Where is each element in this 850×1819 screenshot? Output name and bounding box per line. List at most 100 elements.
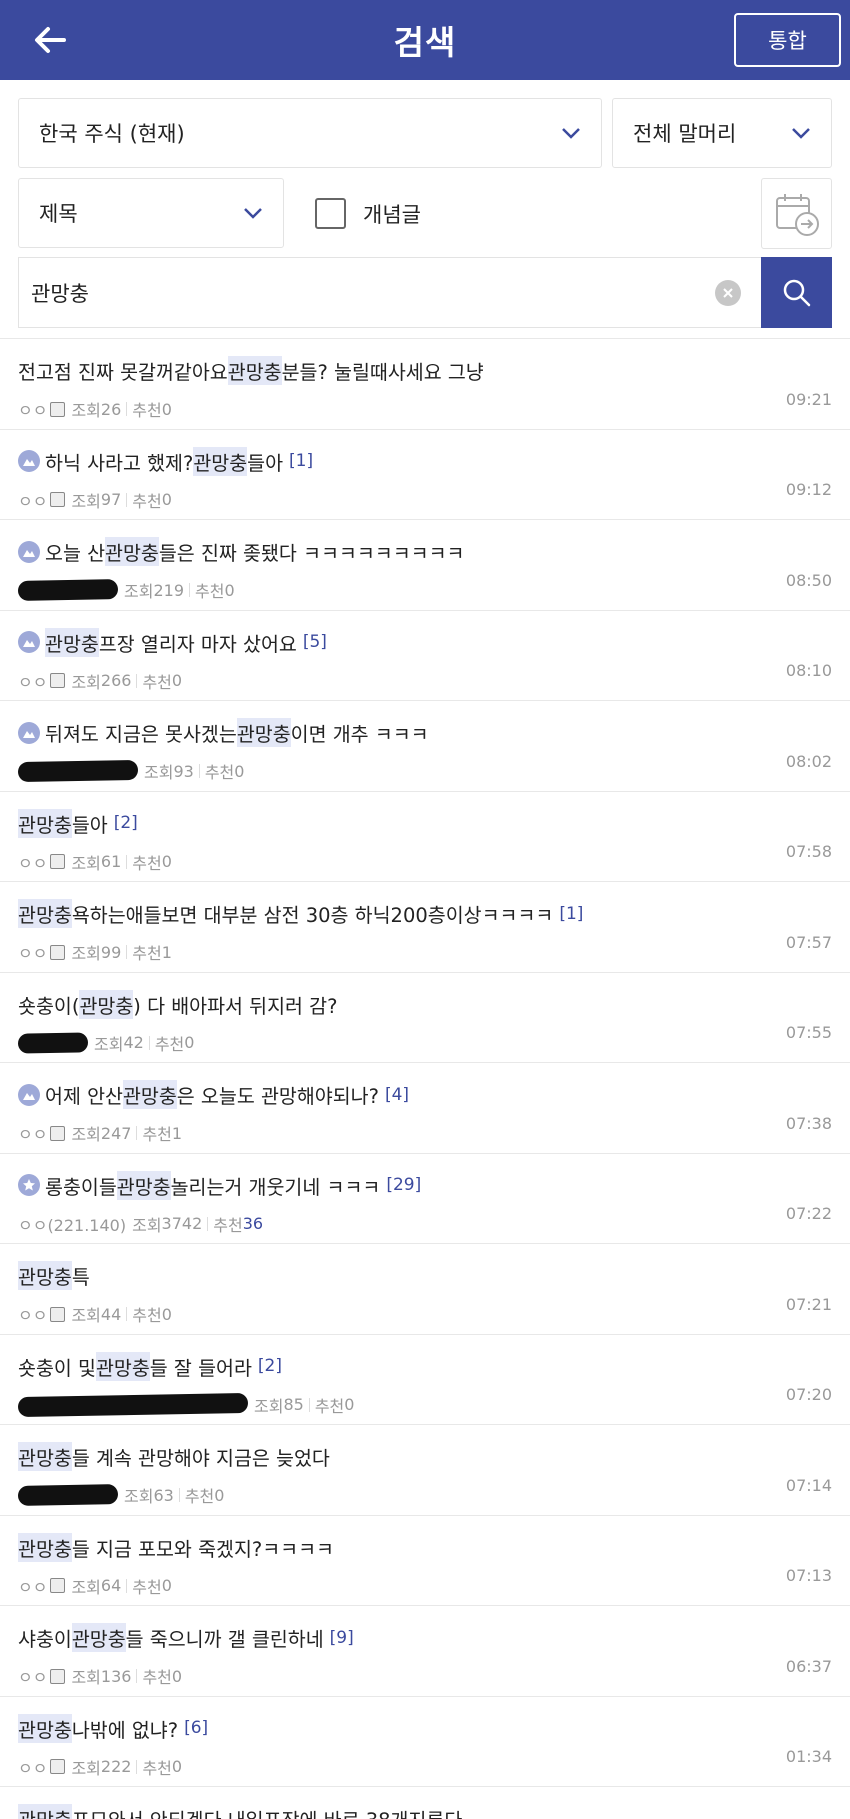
author-text: ㅇㅇ bbox=[18, 1758, 48, 1778]
image-post-icon bbox=[18, 1083, 40, 1106]
redacted-author bbox=[17, 1484, 119, 1506]
list-item[interactable]: 관망충 들 계속 관망해야 지금은 늦었다 조회 63 추천 0 07:14 bbox=[0, 1425, 850, 1516]
title-text: 하닉 사라고 했제? bbox=[45, 451, 194, 475]
recommend-count: 0 bbox=[171, 1666, 183, 1686]
concept-checkbox-area[interactable]: 개념글 bbox=[315, 178, 421, 249]
recommend-label: 추천 bbox=[132, 853, 162, 873]
recommend-count: 1 bbox=[161, 942, 172, 962]
recommend-label: 추천 bbox=[132, 1577, 162, 1597]
author-name: ㅇㅇ bbox=[18, 1574, 66, 1598]
search-field-select[interactable]: 제목 bbox=[18, 178, 284, 248]
divider bbox=[126, 1578, 128, 1593]
views-count: 93 bbox=[173, 761, 194, 781]
fixed-nick-icon bbox=[50, 1668, 66, 1684]
title-text: 어제 안산 bbox=[45, 1085, 123, 1108]
title-text: 놀리는거 개웃기네 ㅋㅋㅋ bbox=[170, 1175, 381, 1199]
views-label: 조회 bbox=[71, 853, 101, 873]
title-text: 숏충이( bbox=[18, 994, 80, 1018]
author-name: ㅇㅇ bbox=[18, 488, 66, 512]
divider bbox=[136, 1126, 138, 1140]
date-search-button[interactable] bbox=[761, 178, 832, 249]
post-time: 08:10 bbox=[785, 661, 832, 680]
comment-count: [2] bbox=[257, 1356, 282, 1376]
recommend-count: 0 bbox=[224, 580, 235, 600]
concept-checkbox[interactable] bbox=[315, 198, 346, 229]
divider bbox=[126, 1307, 128, 1321]
views-label: 조회 bbox=[71, 1125, 101, 1144]
clear-search-button[interactable] bbox=[715, 279, 741, 306]
recommend-count: 0 bbox=[161, 1304, 172, 1324]
recommend-count: 36 bbox=[242, 1214, 264, 1233]
recommend-label: 추천 bbox=[142, 1758, 172, 1778]
title-text: 프장 열리자 마자 샀어요 bbox=[98, 632, 297, 656]
comment-count: [6] bbox=[184, 1718, 209, 1738]
image-post-icon bbox=[18, 721, 40, 744]
views-count: 26 bbox=[100, 399, 122, 419]
page-title: 검색 bbox=[393, 23, 457, 62]
keyword-highlight: 관망충 bbox=[227, 356, 282, 385]
search-box bbox=[18, 257, 761, 328]
author-name: ㅇㅇ bbox=[18, 1755, 66, 1779]
gallery-select[interactable]: 한국 주식 (현재) bbox=[18, 98, 602, 168]
list-item[interactable]: 관망충 특 ㅇㅇ 조회 44 추천 0 07:21 bbox=[0, 1244, 850, 1335]
list-item[interactable]: 관망충 포모와서 안되겠다 내일프장에 바로 38개지른다 bbox=[0, 1787, 850, 1819]
list-item[interactable]: 관망충 프장 열리자 마자 샀어요 [5] ㅇㅇ 조회 266 추천 0 08:10 bbox=[0, 611, 850, 701]
post-title: 뒤져도 지금은 못사겠는 관망충 이면 개추 ㅋㅋㅋ bbox=[18, 718, 832, 747]
title-text: 이면 개추 ㅋㅋㅋ bbox=[290, 723, 429, 746]
post-time: 07:21 bbox=[785, 1294, 832, 1314]
views-count: 44 bbox=[100, 1304, 122, 1324]
recommend-label: 추천 bbox=[132, 401, 162, 420]
list-item[interactable]: 숏충이 및 관망충 들 잘 들어라 [2] 조회 85 추천 0 07:20 bbox=[0, 1335, 850, 1425]
list-item[interactable]: 어제 안산 관망충 은 오늘도 관망해야되나? [4] ㅇㅇ 조회 247 추천 1 07:… bbox=[0, 1063, 850, 1154]
integrated-search-button[interactable]: 통합 bbox=[734, 13, 841, 67]
comment-count: [2] bbox=[113, 813, 138, 833]
list-item[interactable]: 관망충 나밖에 없냐? [6] ㅇㅇ 조회 222 추천 0 01:34 bbox=[0, 1697, 850, 1787]
keyword-highlight: 관망충 bbox=[71, 1623, 126, 1652]
title-text: 전고점 진짜 못갈꺼같아요 bbox=[18, 361, 228, 384]
redacted-author bbox=[17, 579, 119, 601]
keyword-highlight: 관망충 bbox=[116, 1170, 171, 1200]
views-label: 조회 bbox=[71, 1306, 101, 1325]
divider bbox=[207, 1216, 209, 1231]
post-meta: 조회 42 추천 0 bbox=[17, 1031, 832, 1055]
list-item[interactable]: 관망충 욕하는애들보면 대부분 삼전 30층 하닉200층이상ㅋㅋㅋㅋ [1] ㅇㅇ… bbox=[0, 882, 850, 973]
post-time: 08:02 bbox=[785, 751, 832, 771]
redacted-author bbox=[17, 1031, 89, 1054]
author-text: ㅇㅇ bbox=[18, 1668, 48, 1687]
list-item[interactable]: 전고점 진짜 못갈꺼같아요 관망충 분들? 눌릴때사세요 그냥 ㅇㅇ 조회 26 추천 … bbox=[0, 339, 850, 430]
recommend-count: 0 bbox=[161, 399, 172, 419]
author-text: ㅇㅇ bbox=[18, 1577, 48, 1597]
list-item[interactable]: 관망충 들 지금 포모와 죽겠지?ㅋㅋㅋㅋ ㅇㅇ 조회 64 추천 0 07:13 bbox=[0, 1516, 850, 1606]
app-header: 검색 통합 bbox=[0, 0, 850, 80]
views-label: 조회 bbox=[124, 582, 154, 601]
post-title: 관망충 포모와서 안되겠다 내일프장에 바로 38개지른다 bbox=[18, 1804, 832, 1819]
list-item[interactable]: 숏충이(관망충) 다 배아파서 뒤지러 감? 조회 42 추천 0 07:55 bbox=[0, 973, 850, 1063]
author-name: ㅇㅇ bbox=[18, 397, 66, 421]
list-item[interactable]: 뒤져도 지금은 못사겠는 관망충 이면 개추 ㅋㅋㅋ 조회 93 추천 0 08:02 bbox=[0, 701, 850, 792]
search-input[interactable] bbox=[31, 280, 715, 305]
author-text: ㅇㅇ bbox=[18, 1306, 48, 1325]
views-count: 63 bbox=[153, 1485, 174, 1505]
post-title: 관망충 들 계속 관망해야 지금은 늦었다 bbox=[18, 1442, 832, 1471]
comment-count: [1] bbox=[289, 451, 314, 471]
post-title: 숏충이 및 관망충 들 잘 들어라 [2] bbox=[18, 1351, 832, 1381]
views-label: 조회 bbox=[71, 1758, 101, 1778]
prefix-select[interactable]: 전체 말머리 bbox=[612, 98, 832, 168]
views-label: 조회 bbox=[71, 401, 101, 420]
list-item[interactable]: 롱충이들 관망충 놀리는거 개웃기네 ㅋㅋㅋ [29] ㅇㅇ(221.140) 조회 … bbox=[0, 1154, 850, 1244]
views-label: 조회 bbox=[132, 1215, 162, 1235]
recommend-label: 추천 bbox=[184, 1487, 215, 1506]
title-text: 샤충이 bbox=[18, 1628, 72, 1651]
concept-checkbox-label: 개념글 bbox=[363, 202, 421, 227]
author-name: ㅇㅇ(221.140) bbox=[18, 1212, 126, 1236]
views-count: 222 bbox=[100, 1757, 132, 1776]
list-item[interactable]: 오늘 산 관망충 들은 진짜 좆됐다 ㅋㅋㅋㅋㅋㅋㅋㅋㅋ 조회 219 추천 0 08:… bbox=[0, 520, 850, 611]
author-text: ㅇㅇ bbox=[18, 1125, 48, 1144]
back-arrow-icon[interactable] bbox=[30, 20, 70, 60]
list-item[interactable]: 하닉 사라고 했제? 관망충 들아 [1] ㅇㅇ 조회 97 추천 0 09:12 bbox=[0, 430, 850, 520]
post-time: 07:14 bbox=[785, 1475, 832, 1495]
search-button[interactable] bbox=[761, 257, 832, 328]
list-item[interactable]: 샤충이 관망충 들 죽으니까 갤 클린하네 [9] ㅇㅇ 조회 136 추천 0 06:37 bbox=[0, 1606, 850, 1697]
list-item[interactable]: 관망충 들아 [2] ㅇㅇ 조회 61 추천 0 07:58 bbox=[0, 792, 850, 882]
title-text: 포모와서 안되겠다 내일프장에 바로 38개지른다 bbox=[72, 1804, 462, 1819]
